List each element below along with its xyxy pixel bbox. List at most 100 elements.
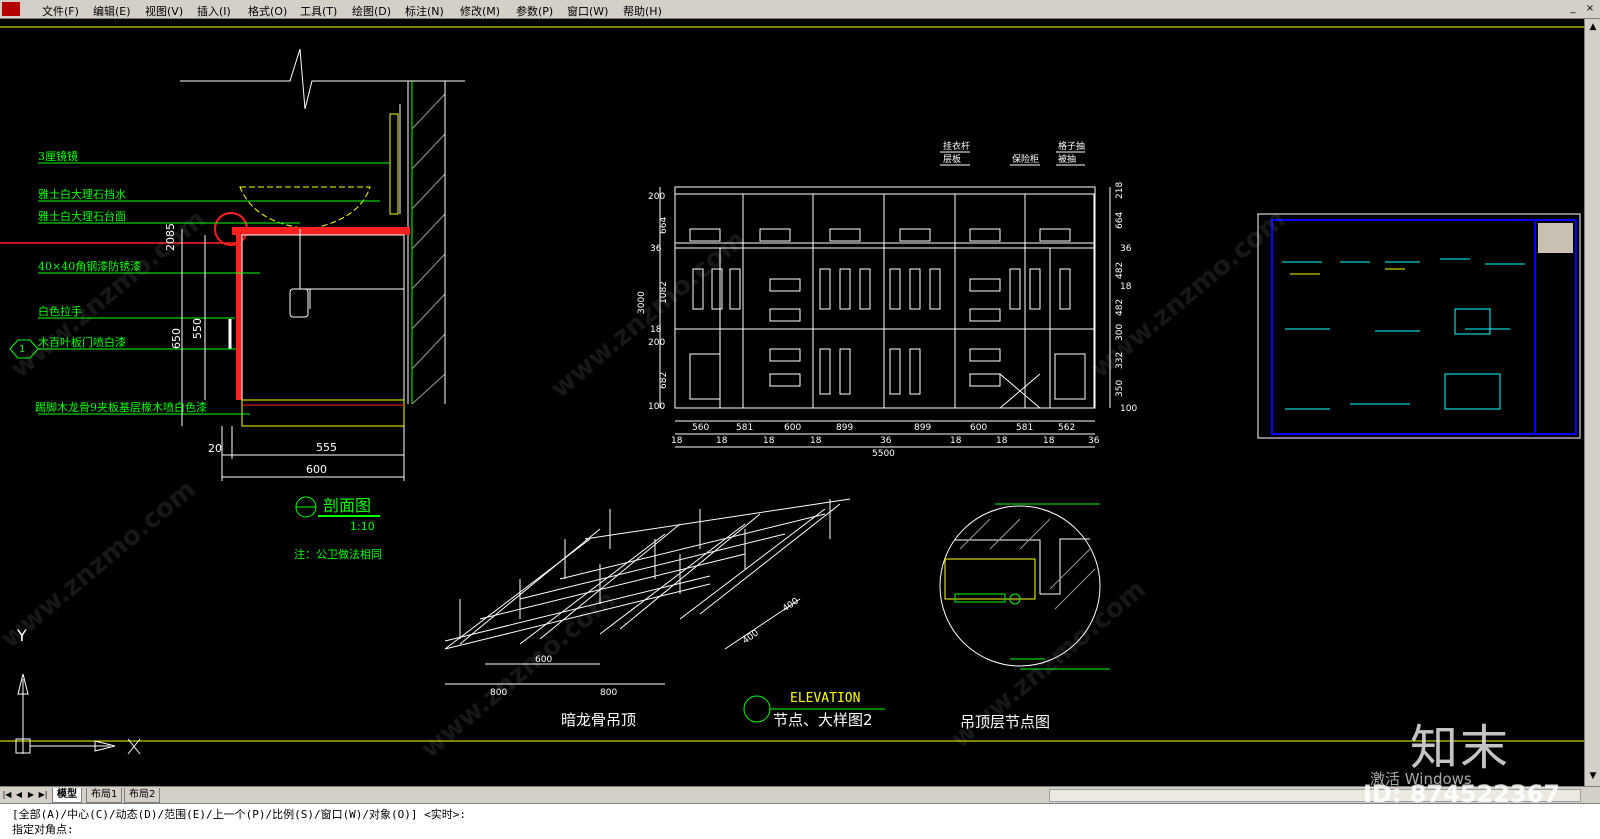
ceiling-dim-800b: 800 [600,688,617,698]
menu-help[interactable]: 帮助(H) [623,3,662,19]
dim-right-100: 100 [1120,404,1137,414]
label-mirror: 3厘镜镜 [38,149,78,163]
section-drawing: 2085 650 550 20 555 600 3厘镜镜 雅士白大理石挡水 雅士… [0,48,465,561]
command-history-line: [全部(A)/中心(C)/动态(D)/范围(E)/上一个(P)/比例(S)/窗口… [12,808,467,821]
scroll-down-icon[interactable]: ▼ [1587,770,1599,782]
dim-bottom-600b: 600 [970,423,987,433]
dim-left-200b: 200 [648,338,665,348]
ceiling-title: 暗龙骨吊顶 [561,711,636,729]
dim-left-36: 36 [650,244,662,254]
dim-right-350: 350 [1115,380,1125,397]
menu-format[interactable]: 格式(O) [248,3,287,19]
section-scale: 1:10 [350,520,375,533]
svg-text:www.znzmo.com: www.znzmo.com [0,474,202,654]
menu-edit[interactable]: 编辑(E) [93,3,131,19]
ceiling-grid [444,498,851,685]
dim-20: 20 [208,442,222,455]
tab-layout1[interactable]: 布局1 [86,788,123,803]
dim-left-682: 682 [659,372,669,389]
label-marble-splash: 雅士白大理石挡水 [38,187,126,201]
dim-small-2: 18 [763,436,775,446]
dim-small-6: 18 [996,436,1008,446]
menu-window[interactable]: 窗口(W) [567,3,608,19]
command-prompt[interactable]: 指定对角点: [12,821,74,837]
dim-left-200: 200 [648,192,665,202]
label-hanging-rod: 挂衣杆 [943,140,970,152]
tab-first-icon[interactable]: |◀ [2,789,12,800]
ceiling-dim-400b: 400 [781,596,801,614]
dim-small-7: 18 [1043,436,1055,446]
wardrobe-elevation: 200 664 36 1082 3000 18 200 682 100 218 … [637,140,1137,459]
section-title: 剖面图 [323,496,371,515]
dim-small-0: 18 [671,436,683,446]
drawing-canvas[interactable]: 2085 650 550 20 555 600 3厘镜镜 雅士白大理石挡水 雅士… [0,19,1584,786]
label-shelf: 层板 [943,153,961,165]
label-grid-drawer: 格子抽 [1058,140,1085,152]
menu-parameters[interactable]: 参数(P) [516,3,553,19]
dim-600: 600 [306,463,327,476]
dim-555: 555 [316,441,337,454]
dim-left-664: 664 [659,217,669,234]
label-marble-top: 雅士白大理石台面 [38,209,126,223]
faucet [389,113,399,215]
menu-bar: 文件(F) 编辑(E) 视图(V) 插入(I) 格式(O) 工具(T) 绘图(D… [0,0,1600,19]
elevation-label: ELEVATION [790,691,860,706]
tab-model[interactable]: 模型 [52,788,82,803]
drain-trap [289,288,309,318]
scroll-up-icon[interactable]: ▲ [1587,21,1599,33]
close-icon[interactable]: × [1583,2,1597,15]
dim-small-4: 36 [880,436,892,446]
svg-text:www.znzmo.com: www.znzmo.com [545,224,751,404]
menu-insert[interactable]: 插入(I) [197,3,231,19]
section-note: 注：公卫做法相同 [294,547,382,561]
dim-bottom-560: 560 [692,423,709,433]
dim-bottom-899: 899 [836,423,853,433]
dim-left-100: 100 [648,402,665,412]
tab-last-icon[interactable]: ▶| [38,789,48,800]
menu-dimension[interactable]: 标注(N) [405,3,444,19]
menu-view[interactable]: 视图(V) [145,3,183,19]
menu-draw[interactable]: 绘图(D) [352,3,391,19]
svg-text:www.znzmo.com: www.znzmo.com [415,584,621,764]
elevation-subtitle: 节点、大样图2 [773,711,873,729]
tab-next-icon[interactable]: ▶ [26,789,36,800]
cabinet-body [241,234,405,401]
wardrobe-outline [674,186,1096,409]
tab-prev-icon[interactable]: ◀ [14,789,24,800]
menu-modify[interactable]: 修改(M) [460,3,500,19]
dim-total-5500: 5500 [872,449,895,459]
cad-drawing-svg: 2085 650 550 20 555 600 3厘镜镜 雅士白大理石挡水 雅士… [0,26,1584,764]
dim-bottom-581b: 581 [1016,423,1033,433]
dim-small-1: 18 [716,436,728,446]
label-quilt-drawer: 被抽 [1058,153,1076,165]
command-line[interactable]: [全部(A)/中心(C)/动态(D)/范围(E)/上一个(P)/比例(S)/窗口… [0,803,1600,839]
ucs-icon [15,673,141,755]
elevation-callout-circle [743,695,771,723]
cabinet-door [236,235,242,400]
dim-small-5: 18 [950,436,962,446]
tab-layout2[interactable]: 布局2 [124,788,161,803]
menu-file[interactable]: 文件(F) [42,3,79,19]
menu-tools[interactable]: 工具(T) [300,3,337,19]
dim-550: 550 [191,318,204,339]
dim-right-18: 18 [1120,282,1132,292]
label-safe: 保险柜 [1012,153,1039,165]
image-id-text: ID: 874522367 [1363,780,1561,808]
sheet-thumbnail [1257,213,1581,439]
kick-plate [241,399,405,427]
dim-right-482: 482 [1115,262,1125,279]
break-line [180,48,465,110]
dim-bottom-899b: 899 [914,423,931,433]
svg-text:www.znzmo.com: www.znzmo.com [5,204,211,384]
autocad-app-icon[interactable] [2,2,20,16]
countertop [232,227,410,235]
dim-right-218: 218 [1115,182,1125,199]
dim-right-664: 664 [1115,212,1125,229]
dim-right-482b: 482 [1115,299,1125,316]
vertical-scrollbar[interactable]: ▲ ▼ [1584,19,1600,786]
minimize-icon[interactable]: _ [1566,2,1580,15]
dim-right-36: 36 [1120,244,1132,254]
layout-tab-bar: |◀ ◀ ▶ ▶| 模型 布局1 布局2 [0,786,1600,803]
label-kick-base: 踢脚木龙骨9夹板基层橡木喷白色漆 [35,400,207,414]
dim-bottom-581: 581 [736,423,753,433]
